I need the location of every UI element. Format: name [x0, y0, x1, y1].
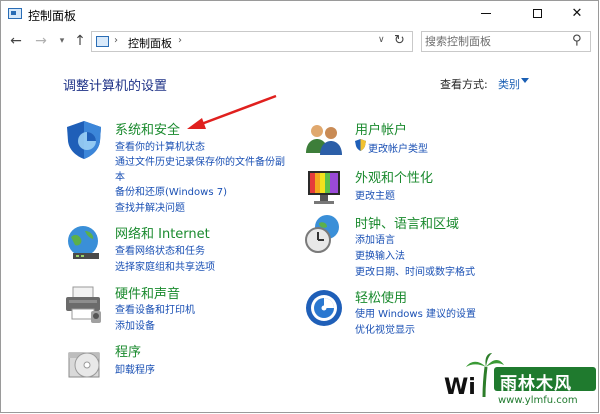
link-network-status[interactable]: 查看网络状态和任务: [115, 242, 205, 257]
category-title-hardware-sound[interactable]: 硬件和声音: [115, 283, 180, 302]
link-add-language[interactable]: 添加语言: [355, 231, 395, 246]
minimize-button[interactable]: [464, 1, 508, 25]
minimize-icon: [481, 12, 491, 14]
forward-button[interactable]: →: [32, 31, 50, 51]
view-by-label: 查看方式:: [440, 78, 488, 91]
window-title: 控制面板: [28, 9, 77, 23]
address-bar[interactable]: › 控制面板 › ∨ ↻: [91, 31, 413, 52]
category-system-security: 系统和安全 查看你的计算机状态 通过文件历史记录保存你的文件备份副 本 备份和还…: [63, 119, 303, 219]
link-uninstall-program[interactable]: 卸载程序: [115, 361, 155, 376]
link-change-theme[interactable]: 更改主题: [355, 187, 395, 202]
control-panel-app-icon: [8, 8, 22, 19]
navigation-bar: ← → ▾ ↑ › 控制面板 › ∨ ↻ ⚲: [1, 29, 598, 55]
watermark-logo: Wi 雨林木风 www.ylmfu.com: [444, 353, 598, 412]
view-by-chevron-down-icon[interactable]: [521, 78, 529, 83]
link-file-history-backup[interactable]: 通过文件历史记录保存你的文件备份副: [115, 153, 285, 168]
users-icon[interactable]: [303, 119, 345, 161]
watermark-main-text: 雨林木风: [500, 374, 572, 394]
link-backup-restore[interactable]: 备份和还原(Windows 7): [115, 183, 227, 198]
annotation-arrow-icon: [187, 94, 277, 129]
breadcrumb-control-panel[interactable]: 控制面板: [128, 35, 172, 51]
recent-locations-button[interactable]: ▾: [53, 31, 71, 51]
link-optimize-visual-display[interactable]: 优化视觉显示: [355, 321, 415, 336]
address-dropdown-icon[interactable]: ∨: [378, 35, 385, 45]
programs-disc-icon[interactable]: [63, 341, 105, 383]
search-box[interactable]: ⚲: [421, 31, 591, 52]
category-clock-language-region: 时钟、语言和区域 添加语言 更换输入法 更改日期、时间或数字格式: [303, 213, 553, 278]
category-hardware-sound: 硬件和声音 查看设备和打印机 添加设备: [63, 283, 303, 333]
forward-arrow-icon: →: [35, 33, 47, 49]
back-button[interactable]: ←: [7, 31, 25, 51]
link-file-history-backup-cont[interactable]: 本: [115, 168, 125, 183]
uac-shield-icon: [355, 139, 366, 151]
link-devices-printers[interactable]: 查看设备和打印机: [115, 301, 195, 316]
shield-icon[interactable]: [63, 119, 105, 161]
link-change-input-method[interactable]: 更换输入法: [355, 247, 405, 262]
link-recommended-settings[interactable]: 使用 Windows 建议的设置: [355, 305, 476, 320]
category-title-programs[interactable]: 程序: [115, 341, 141, 360]
display-icon[interactable]: [303, 167, 345, 209]
close-button[interactable]: ✕: [555, 1, 598, 25]
category-user-accounts: 用户帐户 更改帐户类型: [303, 119, 553, 161]
maximize-icon: [532, 8, 542, 18]
ease-of-access-icon[interactable]: [303, 287, 345, 329]
chevron-down-icon: ▾: [59, 36, 65, 46]
close-icon: ✕: [571, 5, 583, 21]
search-icon[interactable]: ⚲: [572, 33, 582, 48]
page-heading: 调整计算机的设置: [63, 79, 168, 94]
category-title-system-security[interactable]: 系统和安全: [115, 119, 180, 138]
link-change-date-time-format[interactable]: 更改日期、时间或数字格式: [355, 263, 475, 278]
control-panel-location-icon: [96, 36, 109, 47]
watermark-url-text: www.ylmfu.com: [498, 395, 578, 406]
category-title-network-internet[interactable]: 网络和 Internet: [115, 223, 210, 242]
up-arrow-icon: ↑: [74, 33, 86, 49]
category-title-appearance[interactable]: 外观和个性化: [355, 167, 433, 186]
category-network-internet: 网络和 Internet 查看网络状态和任务 选择家庭组和共享选项: [63, 223, 303, 273]
link-change-account-type[interactable]: 更改帐户类型: [368, 140, 428, 155]
watermark-banner: 雨林木风: [494, 367, 596, 394]
breadcrumb-separator[interactable]: ›: [178, 35, 182, 46]
category-appearance: 外观和个性化 更改主题: [303, 167, 553, 209]
printer-icon[interactable]: [63, 283, 105, 325]
refresh-icon[interactable]: ↻: [394, 33, 405, 48]
link-homegroup-sharing[interactable]: 选择家庭组和共享选项: [115, 258, 215, 273]
up-button[interactable]: ↑: [71, 31, 89, 51]
network-globe-icon[interactable]: [63, 223, 105, 265]
title-bar[interactable]: 控制面板 ✕: [1, 1, 598, 27]
link-view-computer-status[interactable]: 查看你的计算机状态: [115, 138, 205, 153]
category-title-ease-of-access[interactable]: 轻松使用: [355, 287, 407, 306]
link-troubleshoot[interactable]: 查找并解决问题: [115, 199, 185, 214]
category-ease-of-access: 轻松使用 使用 Windows 建议的设置 优化视觉显示: [303, 287, 553, 336]
clock-globe-icon[interactable]: [303, 213, 345, 255]
category-programs: 程序 卸载程序: [63, 341, 303, 383]
link-add-device[interactable]: 添加设备: [115, 317, 155, 332]
search-input[interactable]: [425, 34, 565, 49]
breadcrumb-separator[interactable]: ›: [114, 35, 118, 46]
category-title-clock-language-region[interactable]: 时钟、语言和区域: [355, 213, 459, 232]
maximize-button[interactable]: [515, 1, 559, 25]
back-arrow-icon: ←: [10, 33, 22, 49]
view-by-dropdown[interactable]: 类别: [498, 76, 520, 92]
control-panel-window: 控制面板 ✕ ← → ▾ ↑ › 控制面板 › ∨ ↻ ⚲ 调整计算机的设置 查…: [0, 0, 599, 413]
category-title-user-accounts[interactable]: 用户帐户: [355, 119, 407, 138]
